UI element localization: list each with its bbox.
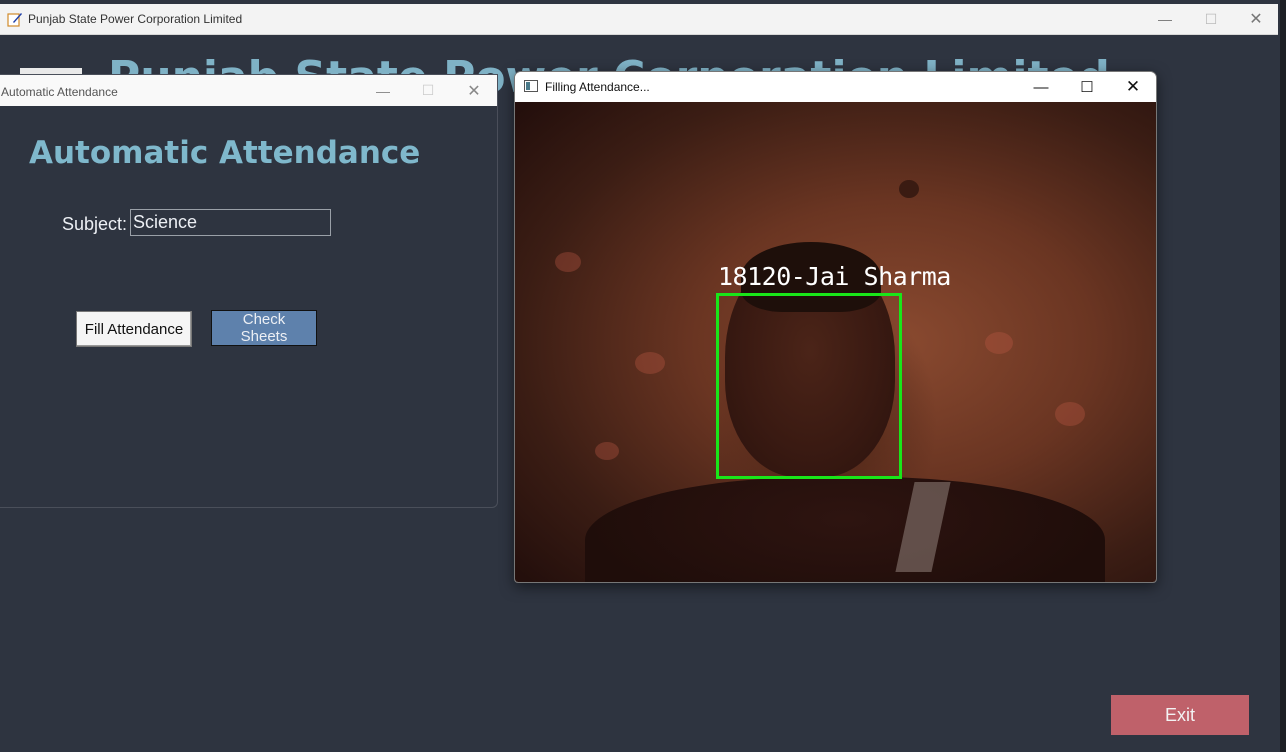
camera-titlebar[interactable]: Filling Attendance... — ☐ ✕ [515,72,1156,102]
close-icon[interactable]: ✕ [1233,4,1279,34]
attendance-window-title: Automatic Attendance [1,85,118,99]
minimize-icon[interactable]: — [360,75,406,106]
wall-pattern [635,352,665,374]
person-body [585,477,1105,582]
close-icon[interactable]: ✕ [451,75,497,106]
attendance-heading: Automatic Attendance [29,135,421,171]
check-sheets-button[interactable]: Check Sheets [211,310,317,346]
camera-feed: 18120-Jai Sharma [515,102,1156,582]
main-titlebar[interactable]: Punjab State Power Corporation Limited —… [0,4,1278,35]
minimize-icon[interactable]: — [1142,4,1188,34]
ceiling-lamp [899,180,919,198]
attendance-titlebar[interactable]: Automatic Attendance — ☐ ✕ [0,75,497,106]
fill-attendance-button[interactable]: Fill Attendance [76,311,192,347]
main-window-title: Punjab State Power Corporation Limited [28,12,243,26]
maximize-icon[interactable]: ☐ [1064,72,1110,102]
exit-button[interactable]: Exit [1111,695,1249,735]
face-label: 18120-Jai Sharma [718,262,951,291]
wall-pattern [1055,402,1085,426]
desktop-edge [1280,0,1286,752]
face-detection-box [716,293,902,479]
wall-pattern [985,332,1013,354]
window-icon [524,80,538,92]
wall-pattern [555,252,581,272]
minimize-icon[interactable]: — [1018,72,1064,102]
subject-input[interactable] [130,209,331,236]
subject-label: Subject: [62,214,128,234]
maximize-icon[interactable]: ☐ [1188,4,1234,34]
app-icon [7,13,22,27]
maximize-icon[interactable]: ☐ [405,75,451,106]
close-icon[interactable]: ✕ [1110,72,1156,102]
camera-window: Filling Attendance... — ☐ ✕ 18120-Jai Sh… [514,71,1157,583]
camera-window-title: Filling Attendance... [545,80,650,94]
wall-pattern [595,442,619,460]
attendance-window: Automatic Attendance — ☐ ✕ Automatic Att… [0,74,498,508]
